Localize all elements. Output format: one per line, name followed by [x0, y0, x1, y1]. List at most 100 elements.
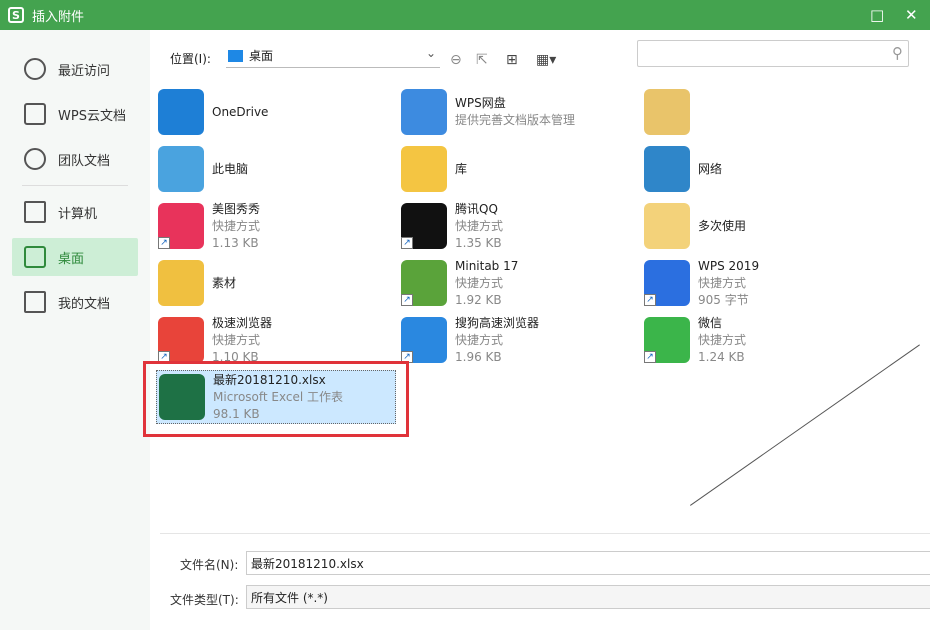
- desktop-icon: [228, 49, 243, 62]
- file-item[interactable]: ↗ WPS 2019 快捷方式 905 字节: [642, 256, 882, 310]
- location-value: 桌面: [249, 49, 274, 63]
- file-icon: [158, 260, 204, 306]
- shortcut-arrow-icon: ↗: [644, 351, 656, 363]
- title-bar: S 插入附件 □ ✕: [0, 0, 930, 30]
- divider: [160, 533, 930, 534]
- sidebar-item-desktop[interactable]: 桌面: [12, 238, 138, 276]
- sidebar-item-label: WPS云文档: [58, 108, 126, 124]
- filename-input[interactable]: 最新20181210.xlsx: [246, 551, 930, 575]
- sidebar-item-label: 团队文档: [58, 153, 111, 169]
- documents-icon: [24, 291, 46, 313]
- sidebar-item-wps-cloud[interactable]: WPS云文档: [12, 95, 138, 133]
- file-type: 快捷方式: [212, 332, 261, 347]
- file-name: 极速浏览器: [212, 315, 273, 330]
- file-size: 1.96 KB: [455, 349, 502, 364]
- file-icon: [158, 89, 204, 135]
- file-item[interactable]: [642, 85, 882, 139]
- highlight-box: [143, 361, 409, 437]
- file-icon: ↗: [158, 203, 204, 249]
- file-item[interactable]: 网络: [642, 142, 882, 196]
- file-icon: [644, 146, 690, 192]
- file-name: 库: [455, 161, 468, 176]
- filetype-select[interactable]: 所有文件 (*.*): [246, 585, 930, 609]
- wps-logo-icon: S: [8, 7, 24, 23]
- file-item[interactable]: 库: [399, 142, 639, 196]
- file-size: 1.24 KB: [698, 349, 745, 364]
- file-size: 1.35 KB: [455, 235, 502, 250]
- file-name: 搜狗高速浏览器: [455, 315, 540, 330]
- divider: [22, 185, 128, 186]
- clock-icon: [24, 58, 46, 80]
- file-icon: [158, 146, 204, 192]
- file-name: 素材: [212, 275, 237, 290]
- maximize-button[interactable]: □: [870, 6, 884, 24]
- main-panel: 位置(I): 桌面 ⌄ ⊖ ⇱ ⊞ ▦▾ ⚲ OneDrive WPS网盘提供完善…: [143, 30, 930, 630]
- sidebar-item-team[interactable]: 团队文档: [12, 140, 138, 178]
- file-size: 905 字节: [698, 292, 749, 307]
- file-item[interactable]: WPS网盘提供完善文档版本管理: [399, 85, 639, 139]
- file-icon: ↗: [401, 260, 447, 306]
- location-label: 位置(I):: [170, 52, 211, 66]
- file-item[interactable]: ↗ Minitab 17 快捷方式 1.92 KB: [399, 256, 639, 310]
- file-icon: ↗: [644, 260, 690, 306]
- file-item[interactable]: ↗ 微信快捷方式 1.24 KB: [642, 313, 882, 367]
- file-icon: ↗: [644, 317, 690, 363]
- file-size: 1.92 KB: [455, 292, 502, 307]
- shortcut-arrow-icon: ↗: [401, 294, 413, 306]
- file-icon: [401, 89, 447, 135]
- file-name: OneDrive: [212, 104, 269, 119]
- file-item[interactable]: ↗ 腾讯QQ 快捷方式 1.35 KB: [399, 199, 639, 253]
- file-item[interactable]: ↗ 搜狗高速浏览器 快捷方式 1.96 KB: [399, 313, 639, 367]
- cube-icon: [24, 103, 46, 125]
- sidebar-item-label: 计算机: [58, 206, 98, 222]
- sidebar-item-label: 我的文档: [58, 296, 111, 312]
- filename-label: 文件名(N):: [180, 558, 239, 572]
- file-item[interactable]: 多次使用: [642, 199, 882, 253]
- file-icon: [644, 203, 690, 249]
- monitor-icon: [24, 201, 46, 223]
- file-item[interactable]: OneDrive: [156, 85, 396, 139]
- file-item[interactable]: 此电脑: [156, 142, 396, 196]
- shortcut-arrow-icon: ↗: [401, 237, 413, 249]
- close-button[interactable]: ✕: [905, 6, 918, 24]
- file-type: 快捷方式: [698, 275, 747, 290]
- file-name: Minitab 17: [455, 258, 519, 273]
- file-item[interactable]: ↗ 极速浏览器 快捷方式 1.10 KB: [156, 313, 396, 367]
- search-icon: ⚲: [892, 44, 903, 62]
- desktop-icon: [24, 246, 46, 268]
- back-icon[interactable]: ⊖: [450, 52, 462, 68]
- sidebar-item-recent[interactable]: 最近访问: [12, 50, 138, 88]
- file-name: WPS网盘: [455, 96, 506, 110]
- window-title: 插入附件: [32, 9, 85, 25]
- sidebar-item-label: 最近访问: [58, 63, 111, 79]
- sidebar-item-my-documents[interactable]: 我的文档: [12, 283, 138, 321]
- new-folder-icon[interactable]: ⊞: [506, 52, 518, 68]
- file-type: 快捷方式: [455, 218, 504, 233]
- sidebar-item-label: 桌面: [58, 251, 85, 267]
- search-input[interactable]: ⚲: [637, 40, 909, 67]
- file-name: 微信: [698, 315, 723, 330]
- file-icon: [644, 89, 690, 135]
- file-type: 提供完善文档版本管理: [455, 113, 576, 127]
- file-item[interactable]: 素材: [156, 256, 396, 310]
- file-icon: [401, 146, 447, 192]
- file-icon: ↗: [158, 317, 204, 363]
- file-item[interactable]: ↗ 美图秀秀快捷方式 1.13 KB: [156, 199, 396, 253]
- filetype-label: 文件类型(T):: [170, 593, 239, 607]
- location-select[interactable]: 桌面 ⌄: [226, 44, 440, 68]
- sidebar-item-computer[interactable]: 计算机: [12, 193, 138, 231]
- up-folder-icon[interactable]: ⇱: [476, 52, 488, 68]
- view-mode-icon[interactable]: ▦▾: [536, 52, 556, 68]
- file-icon: ↗: [401, 203, 447, 249]
- file-icon: ↗: [401, 317, 447, 363]
- file-name: 美图秀秀: [212, 201, 261, 216]
- file-size: 1.13 KB: [212, 235, 259, 250]
- shortcut-arrow-icon: ↗: [644, 294, 656, 306]
- file-item[interactable]: 最新20181210.xlsx Microsoft Excel 工作表 98.1 K…: [143, 361, 409, 437]
- sidebar: 最近访问 WPS云文档 团队文档 计算机 桌面 我的文档: [0, 30, 150, 630]
- file-type: 快捷方式: [212, 218, 261, 233]
- shortcut-arrow-icon: ↗: [158, 237, 170, 249]
- file-type: 快捷方式: [698, 332, 747, 347]
- file-type: 快捷方式: [455, 275, 504, 290]
- chevron-down-icon: ⌄: [425, 46, 436, 60]
